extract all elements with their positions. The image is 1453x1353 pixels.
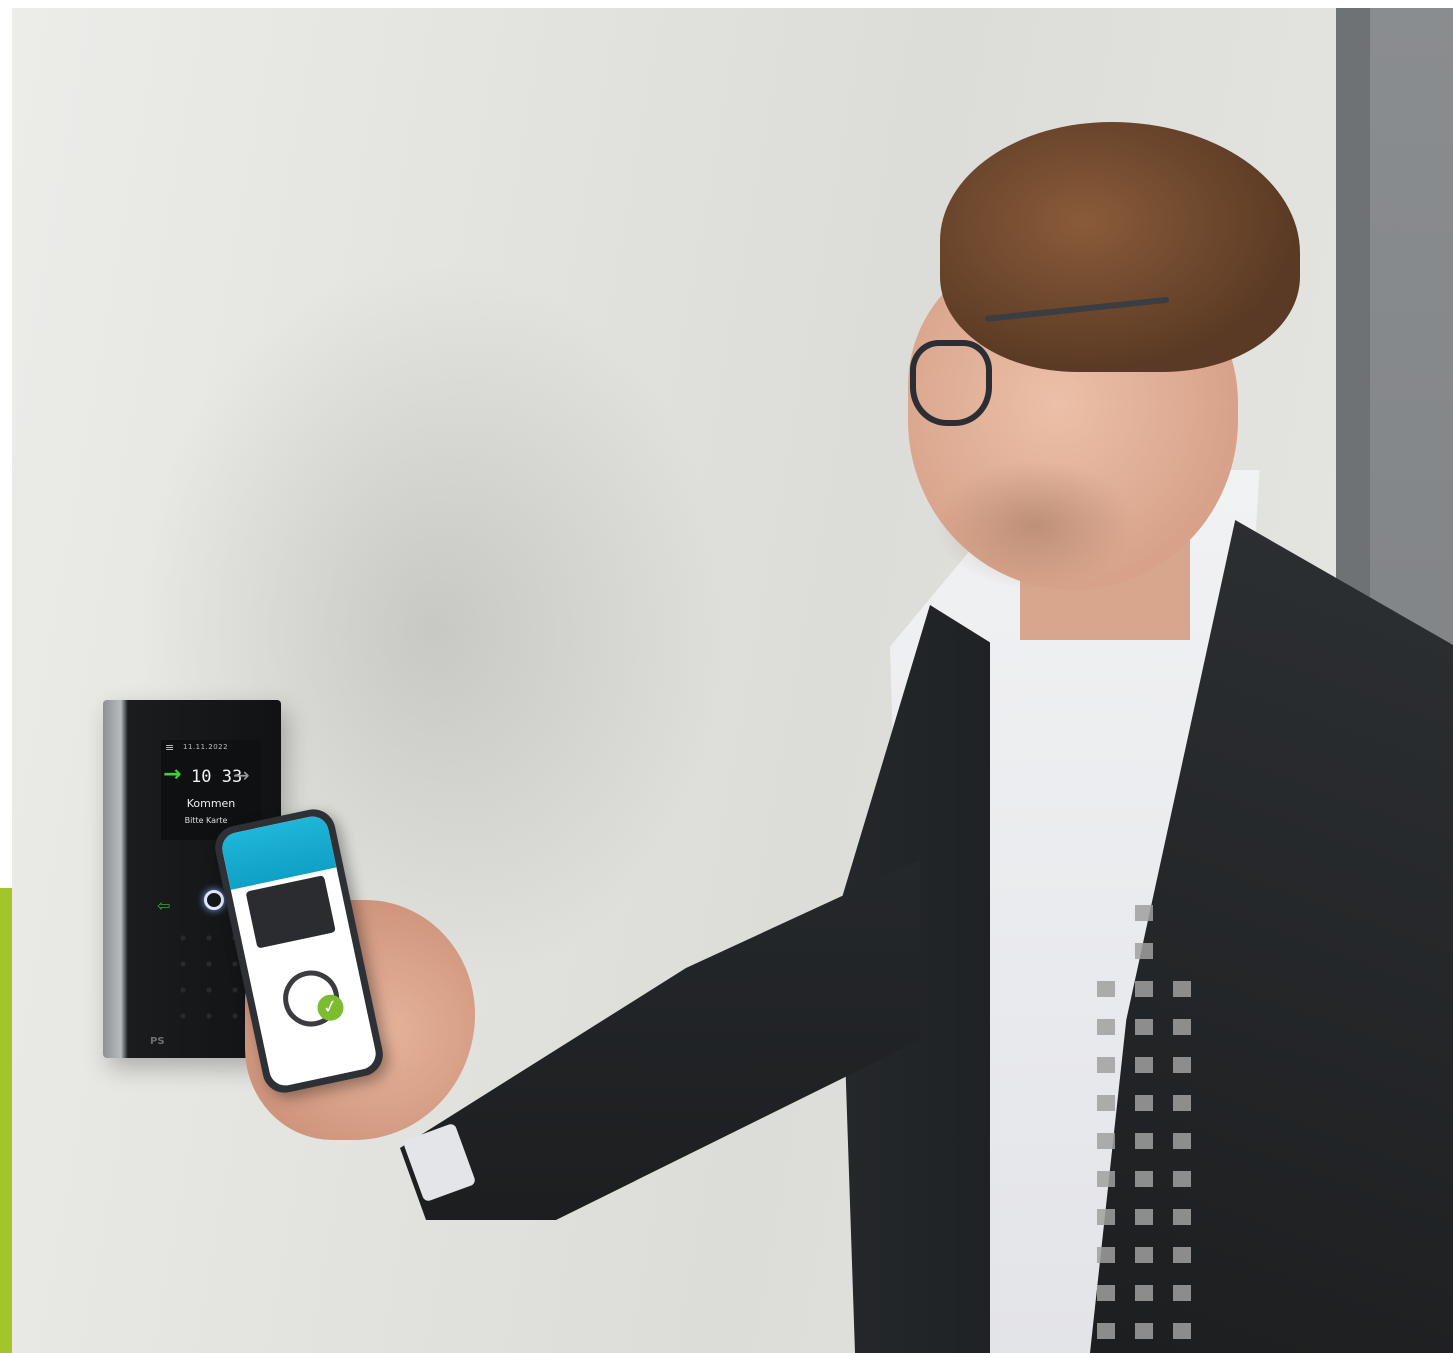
grid-dot: [1097, 1247, 1115, 1263]
beard: [935, 460, 1135, 590]
grid-dot: [1097, 1133, 1115, 1149]
grid-dot: [1135, 1133, 1153, 1149]
grid-dot: [1097, 1171, 1115, 1187]
grid-dot: [1173, 1323, 1191, 1339]
grid-dot: [1135, 1019, 1153, 1035]
menu-icon: ≡: [165, 741, 175, 754]
grid-dot: [1135, 1285, 1153, 1301]
grid-dot: [1173, 1171, 1191, 1187]
terminal-status: Kommen: [186, 797, 236, 810]
card-reader-ring: [204, 890, 224, 910]
grid-dot: [1173, 1095, 1191, 1111]
grid-dot: [1135, 1247, 1153, 1263]
grid-dot: [1135, 1057, 1153, 1073]
grid-dot: [1097, 1285, 1115, 1301]
terminal-prompt: Bitte Karte: [184, 816, 228, 825]
terminal-logo: PS: [150, 1036, 165, 1047]
grid-dot: [1173, 1209, 1191, 1225]
grid-dot: [1135, 1171, 1153, 1187]
grid-dot: [1135, 1209, 1153, 1225]
grid-dot: [1135, 943, 1153, 959]
glasses: [910, 340, 992, 426]
dot-grid-decoration: [1097, 905, 1197, 1345]
accent-bar: [0, 888, 12, 1353]
grid-dot: [1097, 981, 1115, 997]
arrow-in-icon: →: [163, 762, 182, 787]
grid-dot: [1097, 1019, 1115, 1035]
grid-dot: [1135, 981, 1153, 997]
grid-dot: [1173, 1019, 1191, 1035]
grid-dot: [1173, 1247, 1191, 1263]
terminal-date: 11.11.2022: [183, 743, 229, 751]
grid-dot: [1135, 1323, 1153, 1339]
grid-dot: [1135, 905, 1153, 921]
photo-scene: ≡ 11.11.2022 → 10 33 → Kommen Bitte Kart…: [0, 0, 1453, 1353]
door-icon: ⇦: [157, 896, 171, 915]
grid-dot: [1173, 1057, 1191, 1073]
arrow-out-icon: →: [233, 763, 250, 787]
top-margin: [0, 0, 1453, 8]
grid-dot: [1097, 1323, 1115, 1339]
grid-dot: [1173, 1133, 1191, 1149]
grid-dot: [1097, 1057, 1115, 1073]
grid-dot: [1173, 1285, 1191, 1301]
grid-dot: [1097, 1095, 1115, 1111]
grid-dot: [1173, 981, 1191, 997]
phone-card-graphic: [245, 875, 336, 949]
grid-dot: [1135, 1095, 1153, 1111]
grid-dot: [1097, 1209, 1115, 1225]
